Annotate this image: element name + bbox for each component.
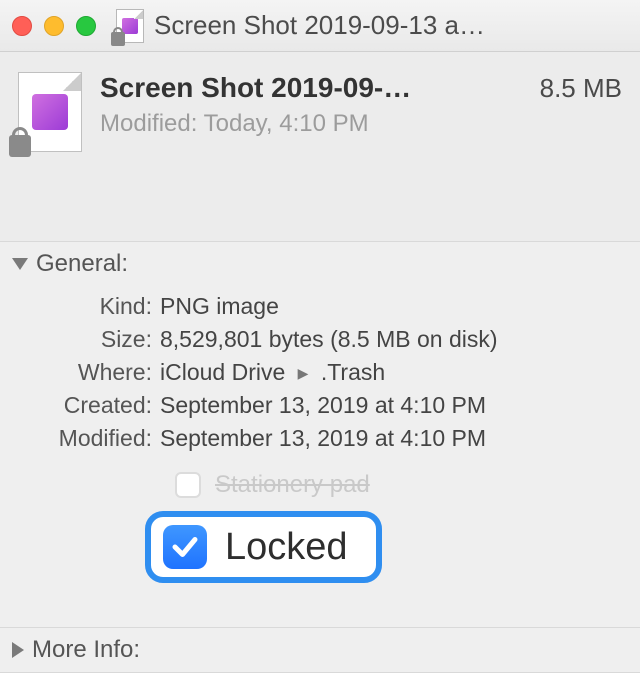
- section-general: General: Kind: PNG image Size: 8,529,801…: [0, 242, 640, 628]
- titlebar[interactable]: Screen Shot 2019-09-13 a…: [0, 0, 640, 52]
- stationery-pad-checkbox: [175, 472, 201, 498]
- file-header: Screen Shot 2019-09-… 8.5 MB Modified: T…: [0, 52, 640, 242]
- disclosure-triangle-open-icon: [12, 258, 28, 270]
- size-label: Size:: [20, 326, 160, 353]
- modified-label: Modified:: [100, 110, 197, 137]
- minimize-window-button[interactable]: [44, 16, 64, 36]
- locked-label: Locked: [225, 526, 348, 569]
- disclosure-triangle-closed-icon: [12, 642, 24, 658]
- lock-badge-icon: [111, 32, 125, 46]
- where-path-segment: .Trash: [321, 359, 385, 385]
- modified-label: Modified:: [20, 425, 160, 452]
- window-controls: [12, 16, 96, 36]
- locked-checkbox-row[interactable]: Locked: [175, 505, 620, 589]
- size-value: 8,529,801 bytes (8.5 MB on disk): [160, 326, 620, 353]
- modified-value: Today, 4:10 PM: [204, 110, 369, 137]
- modified-value: September 13, 2019 at 4:10 PM: [160, 425, 620, 452]
- file-size: 8.5 MB: [540, 73, 622, 104]
- titlebar-file-icon: [116, 9, 144, 43]
- created-value: September 13, 2019 at 4:10 PM: [160, 392, 620, 419]
- general-details: Kind: PNG image Size: 8,529,801 bytes (8…: [0, 286, 640, 627]
- section-more-info: More Info:: [0, 628, 640, 673]
- stationery-pad-label: Stationery pad: [215, 471, 370, 499]
- locked-highlight: Locked: [145, 511, 382, 583]
- zoom-window-button[interactable]: [76, 16, 96, 36]
- where-label: Where:: [20, 359, 160, 386]
- section-general-title: General:: [36, 250, 128, 278]
- section-general-header[interactable]: General:: [0, 242, 640, 286]
- checkmark-icon: [170, 532, 200, 562]
- where-path-segment: iCloud Drive: [160, 359, 285, 385]
- kind-value: PNG image: [160, 293, 620, 320]
- path-separator-icon: ▶: [298, 365, 309, 382]
- file-icon: [18, 72, 82, 152]
- get-info-window: Screen Shot 2019-09-13 a… Screen Shot 20…: [0, 0, 640, 671]
- window-title: Screen Shot 2019-09-13 a…: [154, 10, 628, 41]
- file-name: Screen Shot 2019-09-…: [100, 72, 411, 104]
- created-label: Created:: [20, 392, 160, 419]
- kind-label: Kind:: [20, 293, 160, 320]
- close-window-button[interactable]: [12, 16, 32, 36]
- lock-badge-icon: [9, 135, 31, 157]
- section-more-info-title: More Info:: [32, 636, 140, 664]
- section-more-info-header[interactable]: More Info:: [0, 628, 640, 672]
- where-value: iCloud Drive ▶ .Trash: [160, 359, 620, 386]
- stationery-pad-checkbox-row: Stationery pad: [175, 465, 620, 505]
- locked-checkbox[interactable]: [163, 525, 207, 569]
